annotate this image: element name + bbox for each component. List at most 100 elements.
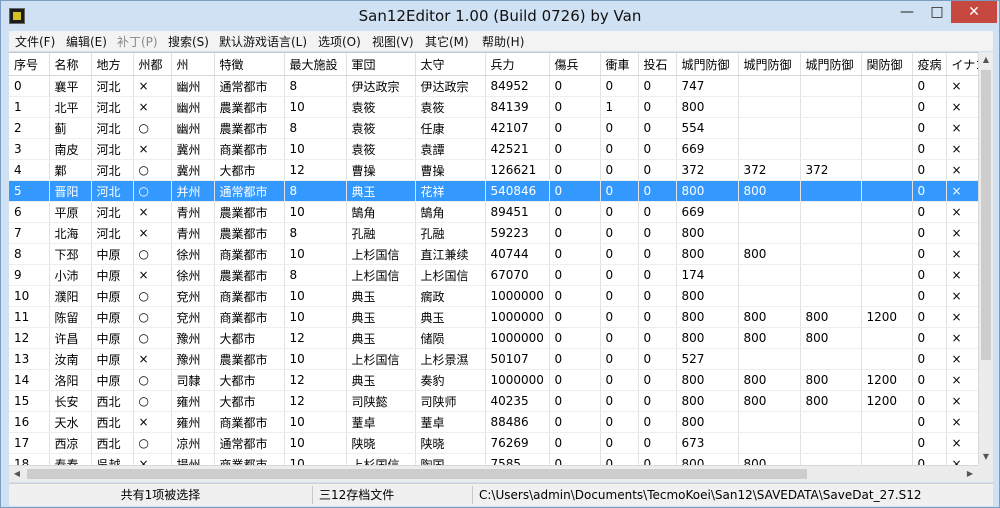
table-cell[interactable]: 0: [638, 75, 677, 97]
table-cell[interactable]: 0: [600, 411, 639, 433]
table-cell[interactable]: 0: [600, 369, 639, 391]
table-cell[interactable]: ×: [946, 222, 978, 244]
table-cell[interactable]: 南皮: [49, 138, 92, 160]
column-header[interactable]: 城門防御: [800, 53, 862, 76]
table-cell[interactable]: 陕晓: [415, 432, 486, 454]
table-cell[interactable]: 10: [284, 243, 347, 265]
table-cell[interactable]: 小沛: [49, 264, 92, 286]
table-cell[interactable]: ×: [946, 201, 978, 223]
table-cell[interactable]: 17: [9, 432, 50, 454]
menu-search[interactable]: 搜索(S): [168, 33, 209, 50]
table-cell[interactable]: 42521: [485, 138, 550, 160]
table-cell[interactable]: 伊达政宗: [346, 75, 416, 97]
table-cell[interactable]: 12: [9, 327, 50, 349]
table-row[interactable]: 15 长安 西北 ○ 雍州 大都市 12 司陕懿 司陕师 40235 0 0 0 800 800 800 120…: [9, 390, 978, 412]
table-cell[interactable]: ×: [946, 369, 978, 391]
table-cell[interactable]: [800, 411, 862, 433]
table-cell[interactable]: 大都市: [214, 369, 285, 391]
table-cell[interactable]: 10: [284, 285, 347, 307]
table-cell[interactable]: ×: [946, 138, 978, 160]
table-cell[interactable]: 12: [284, 369, 347, 391]
table-cell[interactable]: 0: [549, 327, 601, 349]
table-cell[interactable]: 800: [676, 411, 739, 433]
table-cell[interactable]: [861, 117, 913, 139]
table-cell[interactable]: 747: [676, 75, 739, 97]
table-cell[interactable]: 0: [912, 327, 947, 349]
table-cell[interactable]: 许昌: [49, 327, 92, 349]
table-cell[interactable]: [861, 327, 913, 349]
table-cell[interactable]: 540846: [485, 180, 550, 202]
table-cell[interactable]: 典玉: [346, 327, 416, 349]
table-cell[interactable]: 農業都市: [214, 201, 285, 223]
table-cell[interactable]: 800: [676, 222, 739, 244]
table-cell[interactable]: ×: [946, 327, 978, 349]
table-cell[interactable]: 北平: [49, 96, 92, 118]
table-cell[interactable]: 0: [600, 180, 639, 202]
table-cell[interactable]: [738, 432, 801, 454]
table-cell[interactable]: 0: [600, 432, 639, 454]
table-cell[interactable]: [861, 432, 913, 454]
table-cell[interactable]: ×: [946, 348, 978, 370]
table-cell[interactable]: ×: [133, 201, 172, 223]
table-cell[interactable]: 兗州: [171, 306, 215, 328]
table-cell[interactable]: 40235: [485, 390, 550, 412]
table-cell[interactable]: 并州: [171, 180, 215, 202]
table-cell[interactable]: 幽州: [171, 117, 215, 139]
menu-other[interactable]: 其它(M): [425, 33, 469, 50]
table-cell[interactable]: 1000000: [485, 369, 550, 391]
column-header[interactable]: 投石: [638, 53, 677, 76]
column-header[interactable]: 軍団: [346, 53, 416, 76]
table-cell[interactable]: 通常都市: [214, 432, 285, 454]
table-cell[interactable]: 0: [912, 222, 947, 244]
table-cell[interactable]: 800: [676, 243, 739, 265]
column-header[interactable]: 疫病: [912, 53, 947, 76]
column-header[interactable]: 太守: [415, 53, 486, 76]
minimize-button[interactable]: —: [891, 1, 923, 23]
table-cell[interactable]: 典玉: [346, 369, 416, 391]
table-cell[interactable]: ×: [946, 96, 978, 118]
table-cell[interactable]: 西北: [91, 390, 134, 412]
column-header[interactable]: 名称: [49, 53, 92, 76]
table-cell[interactable]: 0: [912, 390, 947, 412]
horizontal-scrollbar[interactable]: ◀ ▶: [9, 465, 978, 482]
table-cell[interactable]: [861, 201, 913, 223]
table-cell[interactable]: [800, 201, 862, 223]
table-cell[interactable]: 陈留: [49, 306, 92, 328]
table-cell[interactable]: 典玉: [415, 306, 486, 328]
table-cell[interactable]: 奏豹: [415, 369, 486, 391]
table-cell[interactable]: 0: [638, 138, 677, 160]
table-cell[interactable]: ×: [133, 348, 172, 370]
table-cell[interactable]: 527: [676, 348, 739, 370]
table-cell[interactable]: 0: [912, 285, 947, 307]
table-cell[interactable]: 瘸政: [415, 285, 486, 307]
table-cell[interactable]: 0: [638, 327, 677, 349]
table-cell[interactable]: 10: [9, 285, 50, 307]
table-row[interactable]: 1 北平 河北 × 幽州 農業都市 10 袁筱 袁筱 84139 0 1 0 800 0 ×: [9, 96, 978, 118]
menu-view[interactable]: 视图(V): [372, 33, 414, 50]
table-cell[interactable]: 0: [912, 432, 947, 454]
table-cell[interactable]: 0: [600, 222, 639, 244]
table-cell[interactable]: 800: [676, 306, 739, 328]
table-cell[interactable]: 669: [676, 138, 739, 160]
column-header[interactable]: イナゴ: [946, 53, 978, 76]
table-row[interactable]: 12 许昌 中原 ○ 豫州 大都市 12 典玉 储陨 1000000 0 0 0 800 800 800 0 ×: [9, 327, 978, 349]
table-cell[interactable]: [861, 264, 913, 286]
table-cell[interactable]: 袁譚: [415, 138, 486, 160]
table-cell[interactable]: ○: [133, 243, 172, 265]
table-cell[interactable]: 上杉景濕: [415, 348, 486, 370]
table-cell[interactable]: [738, 285, 801, 307]
table-cell[interactable]: 蕫卓: [415, 411, 486, 433]
table-cell[interactable]: 徐州: [171, 264, 215, 286]
table-cell[interactable]: ×: [946, 180, 978, 202]
table-cell[interactable]: 50107: [485, 348, 550, 370]
table-cell[interactable]: [800, 75, 862, 97]
table-cell[interactable]: 800: [676, 180, 739, 202]
table-cell[interactable]: 河北: [91, 75, 134, 97]
table-cell[interactable]: 0: [912, 306, 947, 328]
menu-file[interactable]: 文件(F): [15, 33, 55, 50]
table-cell[interactable]: 0: [549, 306, 601, 328]
table-cell[interactable]: 青州: [171, 201, 215, 223]
table-cell[interactable]: 鄴: [49, 159, 92, 181]
table-cell[interactable]: 0: [549, 348, 601, 370]
table-cell[interactable]: 通常都市: [214, 180, 285, 202]
